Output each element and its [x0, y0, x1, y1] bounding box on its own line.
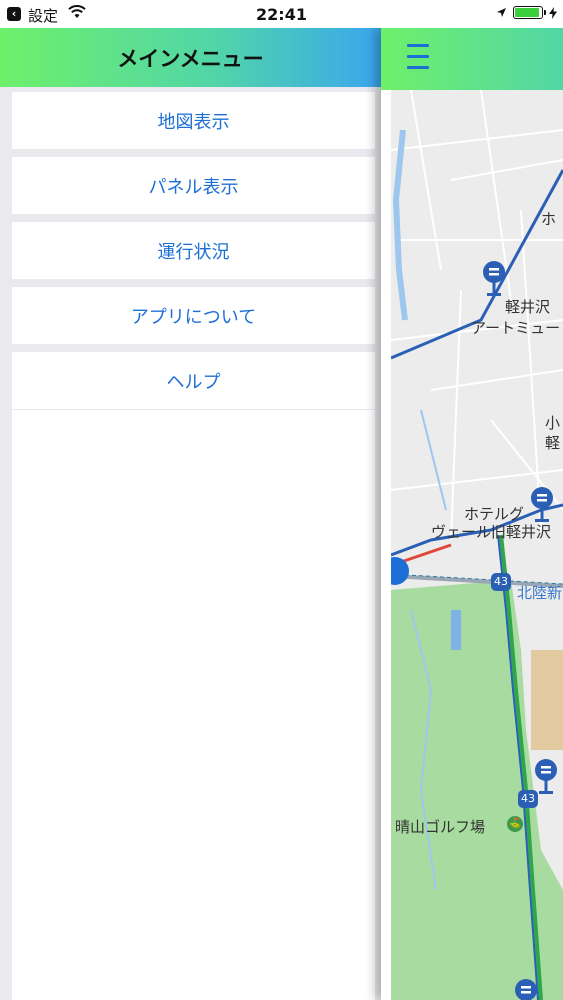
charging-bolt-icon	[549, 6, 557, 19]
menu-item-about-app[interactable]: アプリについて	[12, 287, 375, 344]
bus-stop-pin-icon[interactable]	[529, 486, 555, 524]
map-label: 晴山ゴルフ場	[395, 818, 486, 836]
main-header	[381, 28, 563, 90]
menu-item-map-view[interactable]: 地図表示	[12, 92, 375, 149]
map-view[interactable]: ホ 軽井沢 アートミュー 小 軽 ホテルグ ヴェール旧軽井沢 北陸新 晴山ゴルフ…	[391, 90, 563, 1000]
map-label: ホ	[541, 210, 557, 228]
side-menu: メインメニュー 地図表示 パネル表示 運行状況 アプリについて ヘルプ	[0, 28, 381, 1000]
menu-header: メインメニュー	[0, 28, 381, 87]
map-label: アートミュー	[471, 319, 561, 337]
menu-item-help[interactable]: ヘルプ	[12, 352, 375, 409]
location-arrow-icon	[497, 8, 506, 17]
map-label: 小	[545, 414, 561, 432]
map-label: 北陸新	[517, 584, 563, 602]
hamburger-menu-icon[interactable]	[407, 44, 429, 72]
map-label: 軽井沢	[505, 298, 551, 316]
battery-level	[515, 8, 539, 17]
menu-item-panel-view[interactable]: パネル表示	[12, 157, 375, 214]
menu-title: メインメニュー	[117, 47, 264, 71]
clock: 22:41	[256, 5, 307, 24]
menu-item-service-status[interactable]: 運行状況	[12, 222, 375, 279]
bus-stop-pin-icon[interactable]	[533, 758, 559, 796]
map-canvas	[391, 90, 563, 1000]
status-bar: ‹ 設定 22:41	[0, 0, 563, 28]
menu-empty-area	[12, 410, 375, 1000]
bus-stop-pin-icon[interactable]	[481, 260, 507, 298]
main-panel: ホ 軽井沢 アートミュー 小 軽 ホテルグ ヴェール旧軽井沢 北陸新 晴山ゴルフ…	[381, 28, 563, 1000]
bus-stop-pin-icon[interactable]	[513, 978, 539, 1000]
battery-icon	[513, 6, 546, 19]
map-label: 軽	[545, 434, 561, 452]
map-label: ヴェール旧軽井沢	[431, 523, 552, 541]
route-43-badge: 43	[491, 573, 511, 591]
golf-course-icon: ⛳	[507, 816, 523, 832]
